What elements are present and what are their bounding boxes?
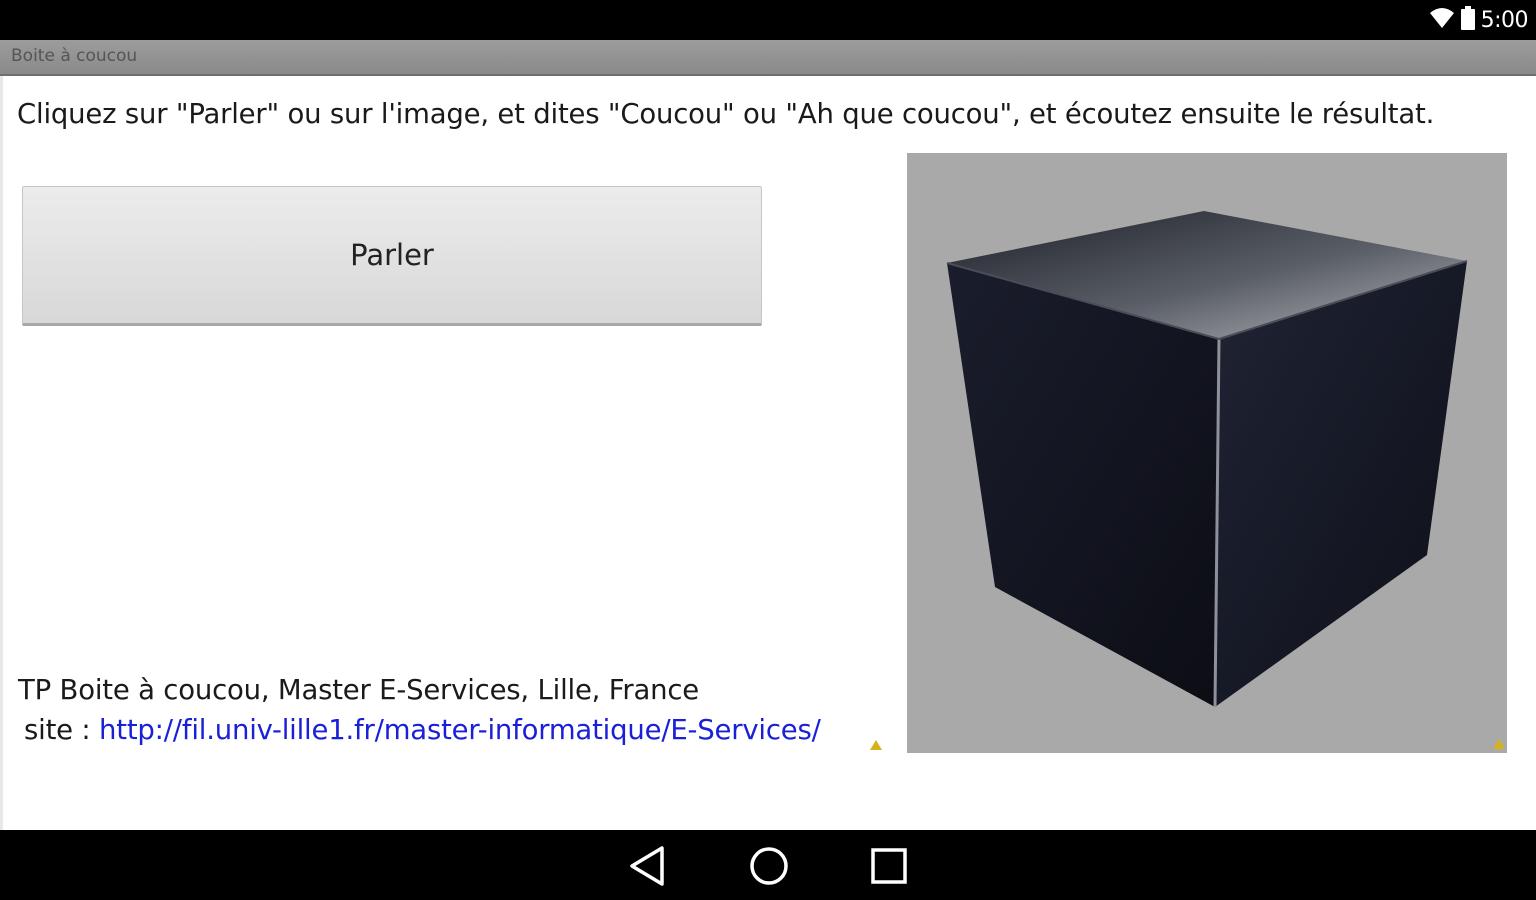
app-title: Boite à coucou <box>11 46 138 66</box>
battery-icon <box>1460 6 1475 34</box>
footer-site-label: site : <box>24 714 100 746</box>
back-icon[interactable] <box>624 842 672 890</box>
footer-credits: TP Boite à coucou, Master E-Services, Li… <box>18 674 700 706</box>
black-cube-illustration <box>946 211 1468 708</box>
link-warning-icon <box>870 740 882 750</box>
cube-image[interactable] <box>907 153 1507 753</box>
footer-site-line: site : http://fil.univ-lille1.fr/master-… <box>24 714 821 746</box>
wifi-icon <box>1429 7 1455 33</box>
recents-icon[interactable] <box>865 842 913 890</box>
title-bar: Boite à coucou <box>0 40 1536 76</box>
speak-button-label: Parler <box>350 238 434 272</box>
site-link[interactable]: http://fil.univ-lille1.fr/master-informa… <box>99 714 821 746</box>
content-left-edge <box>0 76 3 830</box>
home-icon[interactable] <box>745 842 793 890</box>
status-bar: 5:00 <box>0 0 1536 40</box>
nav-bar <box>0 830 1536 900</box>
app-screen: 5:00 Boite à coucou Cliquez sur "Parler"… <box>0 0 1536 900</box>
speak-button[interactable]: Parler <box>22 186 762 326</box>
status-time: 5:00 <box>1480 7 1529 33</box>
image-warning-icon <box>1493 739 1505 749</box>
instructions-text: Cliquez sur "Parler" ou sur l'image, et … <box>17 98 1435 130</box>
status-bar-right: 5:00 <box>1429 0 1529 40</box>
